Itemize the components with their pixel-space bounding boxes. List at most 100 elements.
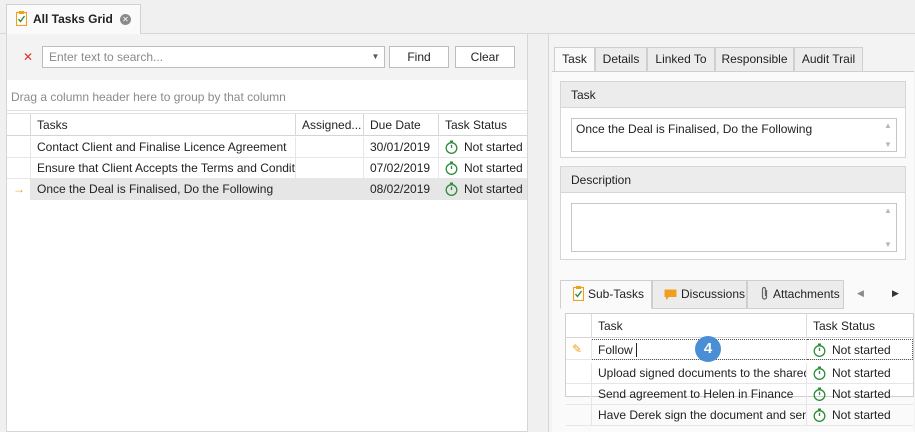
task-cell[interactable]: Contact Client and Finalise Licence Agre… [31,137,296,158]
stopwatch-icon [813,408,826,422]
stopwatch-icon [445,140,458,154]
task-detail-panel: Task Details Linked To Responsible Audit… [548,34,915,432]
table-row-editing[interactable]: ✎ Follow Not started [566,339,913,360]
tab-details[interactable]: Details [595,47,647,72]
grid-header: Tasks Assigned... Due Date Task Status [7,113,527,136]
task-name-field[interactable]: Once the Deal is Finalised, Do the Follo… [571,118,897,152]
stopwatch-icon [813,366,826,380]
clear-search-icon[interactable]: ✕ [23,50,33,64]
task-cell[interactable]: Have Derek sign the document and send... [592,405,807,426]
status-cell[interactable]: Not started [439,158,527,179]
table-row[interactable]: Upload signed documents to the shared ..… [566,363,913,384]
status-cell[interactable]: Not started [807,363,913,384]
sub-tasks-grid: Task Task Status ✎ Follow Not started Up… [565,313,914,426]
assigned-cell[interactable] [296,158,364,179]
text-cursor [635,343,637,357]
tab-audit-trail[interactable]: Audit Trail [794,47,863,72]
task-cell[interactable]: Upload signed documents to the shared ..… [592,363,807,384]
close-icon[interactable]: ✕ [120,14,131,25]
chevron-right-icon[interactable]: ▶ [892,288,899,299]
due-date-cell[interactable]: 07/02/2019 [364,158,439,179]
stopwatch-icon [813,387,826,401]
column-header-tasks[interactable]: Tasks [31,114,296,136]
scroll-up-icon[interactable]: ▲ [882,121,894,130]
chevron-left-icon[interactable]: ◀ [857,288,864,299]
tab-attachments-label: Attachments [773,287,840,301]
table-row[interactable]: Have Derek sign the document and send...… [566,405,913,426]
tab-attachments[interactable]: Attachments [747,280,844,309]
status-text: Not started [832,408,891,422]
row-indicator [7,137,31,158]
clipboard-check-icon [573,286,584,301]
sub-grid-header: Task Task Status [566,314,913,338]
search-input[interactable]: Enter text to search... [42,46,385,68]
column-header-task-status[interactable]: Task Status [439,114,527,136]
column-header-due-date[interactable]: Due Date [364,114,439,136]
search-panel: ✕ Enter text to search... ▼ Find Clear [7,34,527,80]
chat-bubble-icon [664,289,677,300]
column-header-task-status[interactable]: Task Status [807,314,913,338]
assigned-cell[interactable] [296,137,364,158]
table-row[interactable]: Ensure that Client Accepts the Terms and… [7,158,527,179]
tab-responsible[interactable]: Responsible [715,47,794,72]
task-cell[interactable]: Once the Deal is Finalised, Do the Follo… [31,179,296,200]
status-cell[interactable]: Not started [807,384,913,405]
stopwatch-icon [445,161,458,175]
tab-task[interactable]: Task [554,47,595,72]
status-text: Not started [832,366,891,380]
due-date-cell[interactable]: 08/02/2019 [364,179,439,200]
description-group-label: Description [561,167,905,193]
status-text: Not started [832,343,891,357]
doc-tab-all-tasks-grid[interactable]: All Tasks Grid ✕ [6,4,141,35]
stopwatch-icon [445,182,458,196]
scroll-down-icon[interactable]: ▼ [882,240,894,249]
pencil-icon: ✎ [566,339,592,360]
row-indicator-header [7,114,31,136]
group-by-panel[interactable]: Drag a column header here to group by th… [7,81,527,111]
assigned-cell[interactable] [296,179,364,200]
status-text: Not started [464,140,523,154]
due-date-cell[interactable]: 30/01/2019 [364,137,439,158]
status-cell[interactable]: Not started [807,405,913,426]
tab-linked-to[interactable]: Linked To [647,47,715,72]
group-panel-text: Drag a column header here to group by th… [11,90,286,104]
task-group-label: Task [561,82,905,108]
status-cell[interactable]: Not started [807,339,913,360]
status-cell[interactable]: Not started [439,179,527,200]
paperclip-icon [761,286,768,300]
tab-content: Task Once the Deal is Finalised, Do the … [552,71,914,432]
row-indicator-header [566,314,592,338]
task-group: Task Once the Deal is Finalised, Do the … [560,81,906,158]
task-cell[interactable]: Send agreement to Helen in Finance [592,384,807,405]
table-row[interactable]: Send agreement to Helen in Finance Not s… [566,384,913,405]
tab-sub-tasks[interactable]: Sub-Tasks [560,280,652,309]
scroll-up-icon[interactable]: ▲ [882,206,894,215]
table-row-focused[interactable]: → Once the Deal is Finalised, Do the Fol… [7,179,527,200]
task-cell[interactable]: Ensure that Client Accepts the Terms and… [31,158,296,179]
clipboard-check-icon [16,11,27,26]
description-field[interactable]: ▲ ▼ [571,203,897,252]
scroll-down-icon[interactable]: ▼ [882,140,894,149]
chevron-down-icon[interactable]: ▼ [367,47,384,67]
column-header-task[interactable]: Task [592,314,807,338]
row-indicator [566,384,592,405]
row-indicator [7,158,31,179]
tasks-grid-panel: ✕ Enter text to search... ▼ Find Clear D… [6,34,528,432]
status-cell[interactable]: Not started [439,137,527,158]
tab-sub-tasks-label: Sub-Tasks [588,287,645,301]
row-indicator [566,363,592,384]
status-text: Not started [464,161,523,175]
clear-button[interactable]: Clear [455,46,515,68]
table-row[interactable]: Contact Client and Finalise Licence Agre… [7,137,527,158]
stopwatch-icon [813,343,826,357]
description-group: Description ▲ ▼ [560,166,906,260]
doc-tab-label: All Tasks Grid [33,12,113,26]
tab-discussions[interactable]: Discussions [652,280,747,309]
column-header-assigned[interactable]: Assigned... [296,114,364,136]
status-text: Not started [832,387,891,401]
status-text: Not started [464,182,523,196]
row-indicator [566,405,592,426]
find-button[interactable]: Find [389,46,449,68]
task-edit-value: Follow [598,343,633,357]
callout-badge: 4 [695,336,721,362]
